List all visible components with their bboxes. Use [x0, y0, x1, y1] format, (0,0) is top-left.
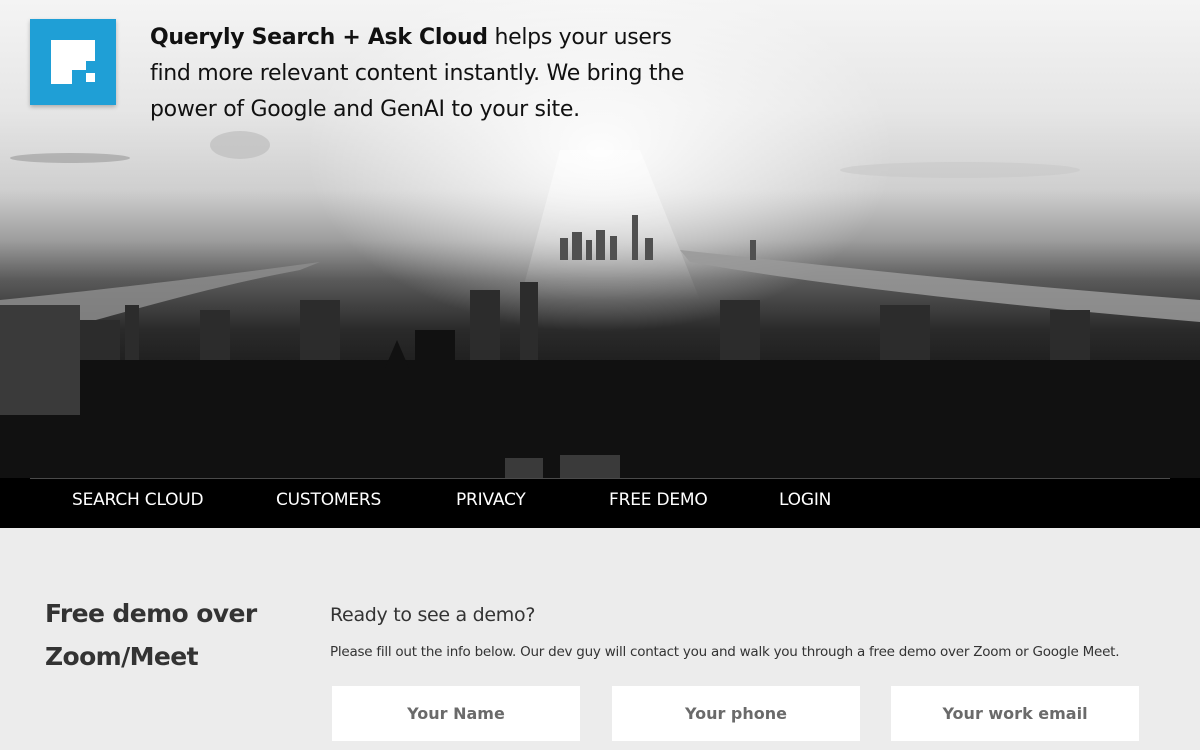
- queryly-logo[interactable]: [30, 19, 116, 105]
- hero-tagline: Queryly Search + Ask Cloud helps your us…: [150, 20, 690, 128]
- nav-search-cloud[interactable]: SEARCH CLOUD: [72, 490, 204, 510]
- work-email-input[interactable]: [891, 686, 1139, 741]
- nav-customers[interactable]: CUSTOMERS: [276, 490, 381, 510]
- phone-input[interactable]: [612, 686, 860, 741]
- nav-login[interactable]: LOGIN: [779, 490, 831, 510]
- demo-section-title: Free demo over Zoom/Meet: [45, 599, 257, 671]
- queryly-logo-icon: [51, 40, 95, 84]
- nav-divider: [30, 478, 1170, 479]
- name-input[interactable]: [332, 686, 580, 741]
- demo-form-description: Please fill out the info below. Our dev …: [330, 644, 1120, 660]
- main-navigation: SEARCH CLOUD CUSTOMERS PRIVACY FREE DEMO…: [0, 478, 1200, 528]
- nav-privacy[interactable]: PRIVACY: [456, 490, 526, 510]
- demo-form-heading: Ready to see a demo?: [330, 604, 536, 626]
- tagline-product-name: Queryly Search + Ask Cloud: [150, 25, 488, 50]
- hero-banner: Queryly Search + Ask Cloud helps your us…: [0, 0, 1200, 528]
- nav-free-demo[interactable]: FREE DEMO: [609, 490, 708, 510]
